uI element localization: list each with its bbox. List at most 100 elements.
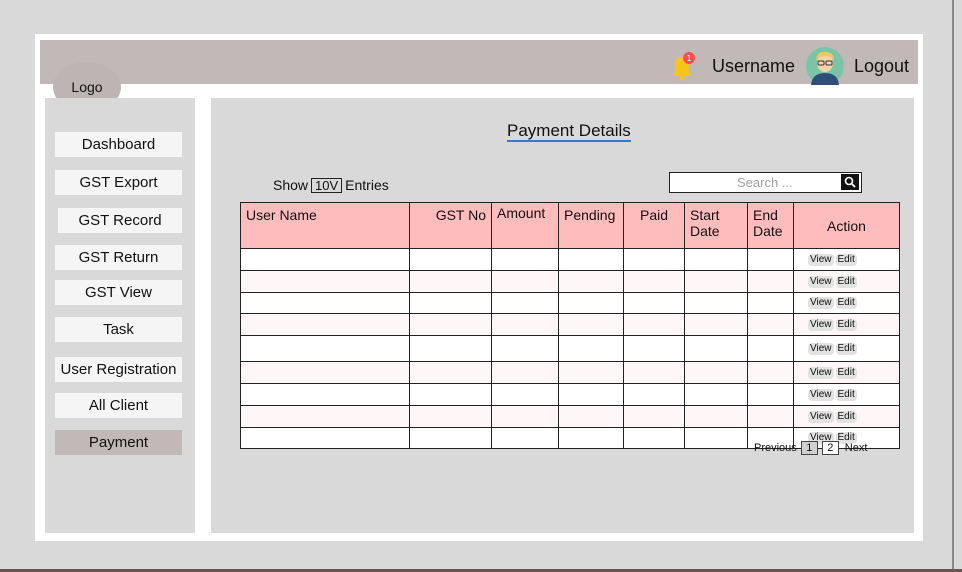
edit-button[interactable]: Edit <box>835 297 857 309</box>
edit-button[interactable]: Edit <box>835 253 857 266</box>
table-header-row: User Name GST No Amount Pending Paid Sta… <box>240 202 900 249</box>
column-header[interactable]: GST No <box>409 202 492 249</box>
table-cell <box>623 248 685 271</box>
table-row: View Edit <box>240 270 900 293</box>
column-header[interactable]: Pending <box>558 202 624 249</box>
view-button[interactable]: View <box>808 275 834 288</box>
previous-page-link[interactable]: Previous <box>754 442 797 454</box>
action-cell: View Edit <box>793 248 900 271</box>
sidebar-item-gst-record[interactable]: GST Record <box>58 208 182 233</box>
edit-button[interactable]: Edit <box>835 366 857 379</box>
window-right-edge <box>952 0 954 569</box>
table-cell <box>491 313 559 336</box>
table-cell <box>558 313 624 336</box>
table-cell <box>623 405 685 428</box>
table-cell <box>684 427 748 449</box>
avatar[interactable] <box>806 47 844 85</box>
edit-button[interactable]: Edit <box>835 318 857 331</box>
edit-button[interactable]: Edit <box>835 342 857 355</box>
action-cell: View Edit <box>793 335 900 362</box>
sidebar-item-gst-export[interactable]: GST Export <box>55 170 182 195</box>
view-button[interactable]: View <box>808 297 834 309</box>
view-button[interactable]: View <box>808 366 834 379</box>
view-button[interactable]: View <box>808 253 834 266</box>
table-body: View Edit View Edit View Edit View Edit View Edit… <box>240 248 900 449</box>
table-cell <box>623 361 685 384</box>
sidebar-item-task[interactable]: Task <box>55 317 182 342</box>
column-header[interactable]: Paid <box>623 202 685 249</box>
column-header[interactable]: End Date <box>747 202 794 249</box>
table-cell <box>491 361 559 384</box>
logo-text: Logo <box>71 79 103 95</box>
table-cell <box>684 313 748 336</box>
column-header[interactable]: Start Date <box>684 202 748 249</box>
page-2-button[interactable]: 2 <box>821 441 839 455</box>
view-button[interactable]: View <box>808 388 834 401</box>
table-cell <box>409 248 492 271</box>
table-row: View Edit <box>240 335 900 362</box>
column-header[interactable]: User Name <box>240 202 410 249</box>
column-header[interactable]: Amount <box>491 202 559 249</box>
logout-link[interactable]: Logout <box>854 56 909 77</box>
edit-button[interactable]: Edit <box>835 410 857 423</box>
entries-select[interactable]: 10V <box>311 177 343 193</box>
table-cell <box>684 335 748 362</box>
sidebar-item-gst-return[interactable]: GST Return <box>55 245 182 270</box>
search-icon[interactable] <box>841 174 859 190</box>
view-button[interactable]: View <box>808 410 834 423</box>
sidebar-item-gst-view[interactable]: GST View <box>55 280 182 305</box>
sidebar-item-label: GST Export <box>79 174 158 191</box>
entries-label: Entries <box>345 177 389 193</box>
sidebar-item-user-registration[interactable]: User Registration <box>55 357 182 382</box>
sidebar-item-payment[interactable]: Payment <box>55 430 182 455</box>
sidebar-item-label: GST View <box>85 284 152 301</box>
table-cell <box>240 248 410 271</box>
table-cell <box>684 361 748 384</box>
table-cell <box>558 248 624 271</box>
username: Username <box>712 56 796 76</box>
sidebar-item-label: GST Return <box>78 249 159 266</box>
table-cell <box>409 427 492 449</box>
search-input[interactable]: Search ... <box>669 172 862 193</box>
table-cell <box>409 383 492 406</box>
action-cell: View Edit <box>793 383 900 406</box>
notification-bell-icon[interactable]: 1 <box>670 51 696 81</box>
table-cell <box>491 383 559 406</box>
table-cell <box>684 383 748 406</box>
table-cell <box>747 248 794 271</box>
column-header: Action <box>793 202 900 249</box>
table-cell <box>684 270 748 293</box>
table-cell <box>684 292 748 314</box>
table-cell <box>240 313 410 336</box>
table-cell <box>240 361 410 384</box>
table-cell <box>240 270 410 293</box>
table-cell <box>747 335 794 362</box>
table-cell <box>623 270 685 293</box>
table-cell <box>747 270 794 293</box>
edit-button[interactable]: Edit <box>835 388 857 401</box>
entries-control: Show 10V Entries <box>273 177 389 193</box>
view-button[interactable]: View <box>808 318 834 331</box>
table-row: View Edit <box>240 313 900 336</box>
table-cell <box>684 405 748 428</box>
table-cell <box>558 405 624 428</box>
table-cell <box>558 383 624 406</box>
sidebar-item-dashboard[interactable]: Dashboard <box>55 132 182 157</box>
sidebar-item-label: All Client <box>88 397 149 414</box>
table-cell <box>558 335 624 362</box>
table-cell <box>491 335 559 362</box>
table-cell <box>623 292 685 314</box>
table-cell <box>240 335 410 362</box>
table-cell <box>747 313 794 336</box>
table-cell <box>623 427 685 449</box>
view-button[interactable]: View <box>808 342 834 355</box>
table-row: View Edit <box>240 248 900 271</box>
page-1-button[interactable]: 1 <box>800 441 818 455</box>
page-title: Payment Details <box>507 121 631 142</box>
notification-count: 1 <box>686 54 691 63</box>
edit-button[interactable]: Edit <box>835 275 857 288</box>
sidebar-item-all-client[interactable]: All Client <box>55 393 182 418</box>
table-cell <box>409 270 492 293</box>
show-label: Show <box>273 177 309 193</box>
next-page-link[interactable]: Next <box>845 442 868 454</box>
